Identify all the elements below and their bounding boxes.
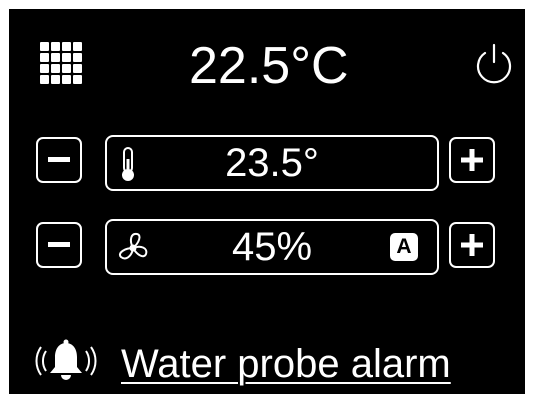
grid-menu-icon[interactable]	[40, 42, 83, 85]
plus-icon	[461, 234, 483, 256]
plus-icon	[461, 149, 483, 171]
fan-increase-button[interactable]	[449, 222, 495, 268]
setpoint-decrease-button[interactable]	[36, 137, 82, 183]
setpoint-value: 23.5°	[225, 141, 319, 185]
power-icon[interactable]	[473, 41, 515, 85]
bell-alarm-icon	[35, 339, 97, 380]
setpoint-increase-button[interactable]	[449, 137, 495, 183]
setpoint-field: 23.5°	[105, 135, 439, 191]
thermostat-screen: 22.5°C 23.5° 45% A Water probe alarm	[9, 9, 525, 394]
auto-mode-badge[interactable]: A	[390, 233, 418, 261]
fan-decrease-button[interactable]	[36, 222, 82, 268]
minus-icon	[48, 242, 70, 247]
minus-icon	[48, 157, 70, 162]
alarm-link[interactable]: Water probe alarm	[121, 339, 451, 389]
fan-field: 45% A	[105, 219, 439, 275]
current-temperature: 22.5°C	[189, 37, 349, 95]
fan-speed-value: 45%	[231, 225, 313, 269]
